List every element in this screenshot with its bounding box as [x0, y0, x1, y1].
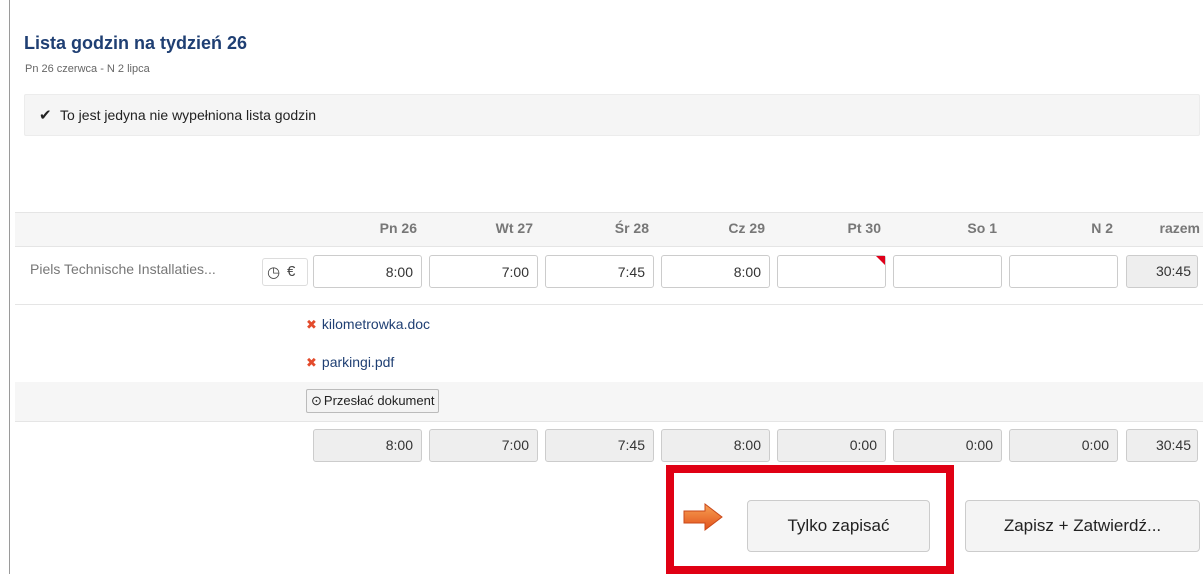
save-approve-button[interactable]: Zapisz + Zatwierdź... [965, 500, 1200, 552]
col-header-mon: Pn 26 [379, 220, 417, 236]
sum-sun: 0:00 [1009, 429, 1118, 462]
clock-icon[interactable]: ◷ [267, 263, 280, 281]
delete-icon[interactable]: ✖ [306, 317, 317, 332]
col-header-tue: Wt 27 [495, 220, 533, 236]
sum-fri: 0:00 [777, 429, 886, 462]
col-header-wed: Śr 28 [614, 220, 649, 236]
hours-input-thu[interactable] [661, 255, 770, 288]
left-border [9, 0, 10, 574]
sum-wed: 7:45 [545, 429, 654, 462]
save-only-button[interactable]: Tylko zapisać [747, 500, 930, 552]
col-header-fri: Pt 30 [847, 220, 881, 236]
hours-input-mon[interactable] [313, 255, 422, 288]
hours-input-tue[interactable] [429, 255, 538, 288]
hours-input-sun[interactable] [1009, 255, 1118, 288]
file-link[interactable]: kilometrowka.doc [322, 316, 430, 332]
row-tools[interactable]: ◷ € [262, 258, 308, 286]
notice-text: To jest jedyna nie wypełniona lista godz… [60, 107, 317, 123]
week-range: Pn 26 czerwca - N 2 lipca [25, 63, 150, 75]
col-header-sun: N 2 [1091, 220, 1113, 236]
project-name: Piels Technische Installaties... [30, 261, 216, 277]
upload-label: Przesłać dokument [323, 393, 435, 408]
delete-icon[interactable]: ✖ [306, 355, 317, 370]
hours-input-sat[interactable] [893, 255, 1002, 288]
upload-document-button[interactable]: ⊙ Przesłać dokument [306, 389, 440, 413]
hours-input-fri[interactable] [777, 255, 886, 288]
sum-thu: 8:00 [661, 429, 770, 462]
col-header-thu: Cz 29 [728, 220, 765, 236]
checkmark-icon: ✔ [39, 107, 52, 124]
page-title: Lista godzin na tydzień 26 [24, 33, 248, 53]
upload-icon: ⊙ [311, 393, 322, 408]
missing-entry-marker [876, 256, 885, 265]
hours-input-wed[interactable] [545, 255, 654, 288]
sum-mon: 8:00 [313, 429, 422, 462]
grand-total: 30:45 [1126, 429, 1198, 462]
arrow-right-icon [683, 502, 723, 532]
euro-icon[interactable]: € [287, 263, 295, 280]
sum-tue: 7:00 [429, 429, 538, 462]
col-header-total: razem [1159, 220, 1200, 236]
sum-sat: 0:00 [893, 429, 1002, 462]
file-item: ✖ parkingi.pdf [306, 354, 394, 371]
upload-band [15, 382, 1203, 421]
col-header-sat: So 1 [967, 220, 997, 236]
row-total: 30:45 [1126, 255, 1198, 288]
file-item: ✖ kilometrowka.doc [306, 316, 430, 333]
info-notice: ✔ To jest jedyna nie wypełniona lista go… [24, 94, 1200, 136]
file-link[interactable]: parkingi.pdf [322, 354, 394, 370]
